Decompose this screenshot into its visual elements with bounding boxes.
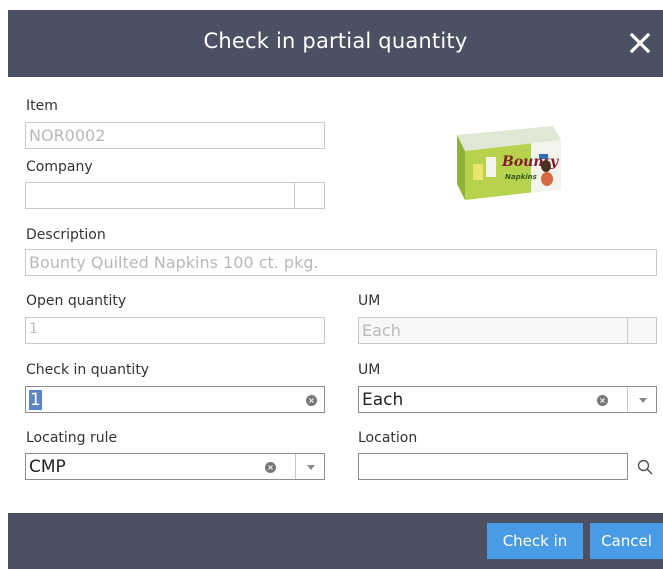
clear-checkin-um-icon[interactable]: ×	[597, 395, 608, 406]
product-image: Bounty Napkins	[449, 96, 567, 212]
close-icon[interactable]	[625, 28, 655, 58]
product-kind: Napkins	[505, 173, 537, 181]
locating-rule-select[interactable]: CMP ×	[25, 453, 325, 480]
dialog-title: Check in partial quantity	[203, 29, 468, 53]
open-quantity-label: Open quantity	[26, 293, 127, 309]
open-quantity-field: 1	[25, 317, 325, 344]
napkin-package-image: Bounty Napkins	[457, 126, 561, 200]
check-in-dialog: Check in partial quantity Item NOR0002 C…	[0, 0, 663, 569]
location-label: Location	[358, 430, 418, 446]
locating-rule-label: Locating rule	[26, 430, 118, 446]
company-label: Company	[26, 159, 93, 175]
chevron-down-icon[interactable]	[307, 465, 315, 470]
dialog-body: Item NOR0002 Company Bounty Napkins Desc	[8, 77, 663, 513]
open-um-label: UM	[358, 293, 381, 309]
location-input[interactable]	[358, 453, 628, 480]
description-field: Bounty Quilted Napkins 100 ct. pkg.	[25, 249, 657, 276]
cancel-button[interactable]: Cancel	[590, 523, 663, 559]
checkin-um-label: UM	[358, 362, 381, 378]
checkin-quantity-input[interactable]: 1 ×	[25, 386, 325, 413]
chevron-down-icon[interactable]	[639, 398, 647, 403]
checkin-um-select[interactable]: Each ×	[358, 386, 657, 413]
description-label: Description	[26, 227, 106, 243]
dialog-header: Check in partial quantity	[8, 10, 663, 77]
checkin-quantity-label: Check in quantity	[26, 362, 150, 378]
locating-rule-value: CMP	[29, 457, 66, 477]
dialog-footer: Check in Cancel	[8, 513, 663, 569]
clear-checkin-quantity-icon[interactable]: ×	[306, 395, 317, 406]
clear-locating-rule-icon[interactable]: ×	[265, 462, 276, 473]
search-icon[interactable]	[637, 459, 653, 475]
check-in-button[interactable]: Check in	[487, 523, 583, 559]
checkin-um-value: Each	[362, 390, 404, 410]
checkin-quantity-value: 1	[29, 390, 42, 410]
open-um-value: Each	[362, 321, 401, 340]
company-field[interactable]	[25, 182, 325, 209]
open-um-field: Each	[358, 317, 657, 344]
item-field: NOR0002	[25, 122, 325, 149]
item-label: Item	[26, 98, 58, 114]
